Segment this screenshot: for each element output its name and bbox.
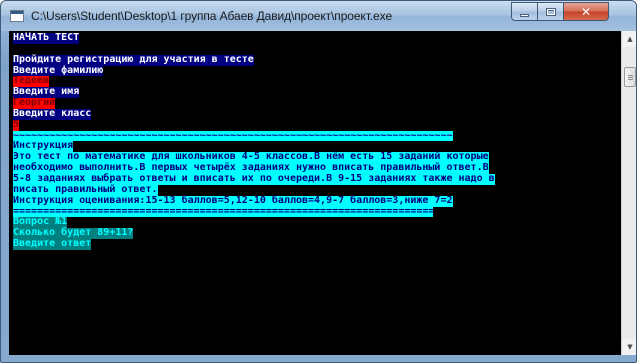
register-prompt: Пройдите регистрацию для участия в тесте [13, 53, 254, 66]
minimize-icon [520, 13, 529, 17]
title-bar[interactable]: C:\Users\Student\Desktop\1 группа Абаев … [1, 1, 636, 31]
window-title: C:\Users\Student\Desktop\1 группа Абаев … [31, 9, 393, 23]
grading-instructions: Инструкция оценивания:15-13 баллов=5,12-… [13, 194, 453, 207]
close-button[interactable]: ✕ [563, 2, 609, 21]
tilde-divider: ~~~~~~~~~~~~~~~~~~~~~~~~~~~~~~~~~~~~~~~~… [13, 129, 453, 142]
arrow-up-icon: ▲ [627, 35, 633, 43]
scroll-up-button[interactable]: ▲ [622, 31, 636, 47]
class-value: 5 [13, 118, 20, 131]
equals-divider: ========================================… [13, 206, 433, 218]
maximize-button[interactable] [537, 2, 564, 21]
maximize-icon [545, 7, 556, 16]
console-window: C:\Users\Student\Desktop\1 группа Абаев … [0, 0, 637, 363]
arrow-down-icon: ▼ [627, 343, 633, 351]
class-prompt: Введите класс [13, 107, 92, 120]
minimize-button[interactable] [511, 2, 538, 21]
console-output[interactable]: НАЧАТЬ ТЕСТ Пройдите регистрацию для уча… [9, 31, 621, 355]
close-icon: ✕ [580, 4, 592, 19]
scroll-down-button[interactable]: ▼ [622, 339, 636, 355]
start-test-banner: НАЧАТЬ ТЕСТ [13, 32, 80, 44]
vertical-scrollbar[interactable]: ▲ ▼ [621, 31, 636, 355]
answer-prompt: Введите ответ [13, 238, 92, 250]
scroll-thumb[interactable] [624, 67, 636, 87]
console-app-icon[interactable] [10, 10, 24, 22]
